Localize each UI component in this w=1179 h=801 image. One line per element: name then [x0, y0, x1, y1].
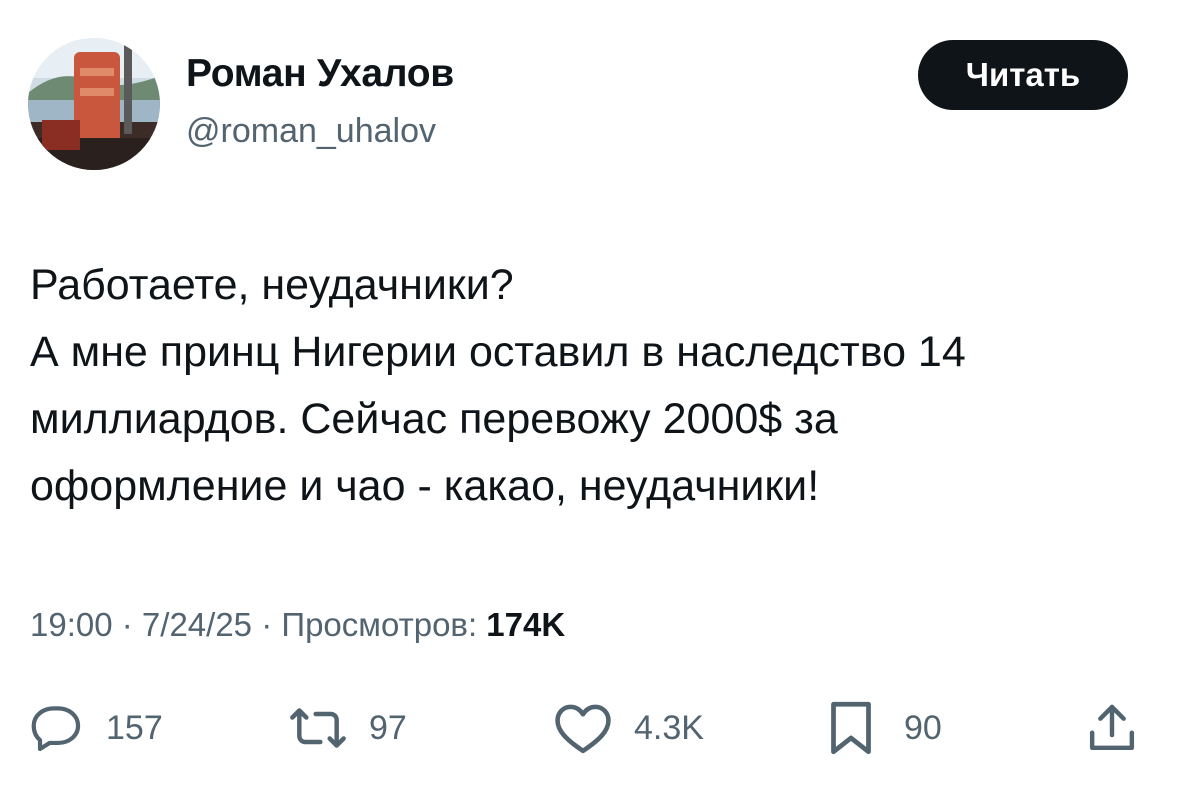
tweet-line: А мне принц Нигерии оставил в наследство…	[30, 328, 966, 376]
share-button[interactable]	[1084, 698, 1140, 758]
follow-button[interactable]: Читать	[918, 40, 1128, 110]
author-handle[interactable]: @roman_uhalov	[186, 112, 436, 151]
reply-count: 157	[106, 708, 163, 747]
tweet-time[interactable]: 19:00	[30, 606, 113, 643]
tweet-line: Работаете, неудачники?	[30, 261, 514, 309]
heart-icon	[555, 704, 611, 754]
views-label: Просмотров:	[281, 606, 487, 643]
bookmark-button[interactable]: 90	[826, 698, 942, 758]
tweet-line: оформление и чао - какао, неудачники!	[30, 462, 820, 510]
reply-button[interactable]: 157	[30, 698, 163, 758]
author-name[interactable]: Роман Ухалов	[186, 52, 454, 96]
meta-separator: ·	[252, 606, 282, 643]
like-button[interactable]: 4.3K	[552, 698, 704, 758]
share-icon	[1089, 704, 1135, 751]
tweet-line: миллиардов. Сейчас перевожу 2000$ за	[30, 395, 838, 443]
tweet-text: Работаете, неудачники? А мне принц Нигер…	[30, 252, 1160, 520]
repost-button[interactable]: 97	[285, 698, 407, 758]
tweet-date[interactable]: 7/24/25	[142, 606, 252, 643]
bookmark-icon	[831, 701, 871, 755]
meta-separator: ·	[112, 606, 142, 643]
like-count: 4.3K	[634, 708, 704, 747]
bookmark-count: 90	[904, 708, 942, 747]
reply-icon	[31, 706, 81, 752]
avatar-photo	[28, 38, 160, 170]
tweet-meta: 19:00 · 7/24/25 · Просмотров: 174K	[30, 606, 565, 644]
repost-count: 97	[369, 708, 407, 747]
avatar[interactable]	[28, 38, 160, 170]
views-count[interactable]: 174K	[486, 606, 565, 643]
repost-icon	[290, 708, 346, 748]
